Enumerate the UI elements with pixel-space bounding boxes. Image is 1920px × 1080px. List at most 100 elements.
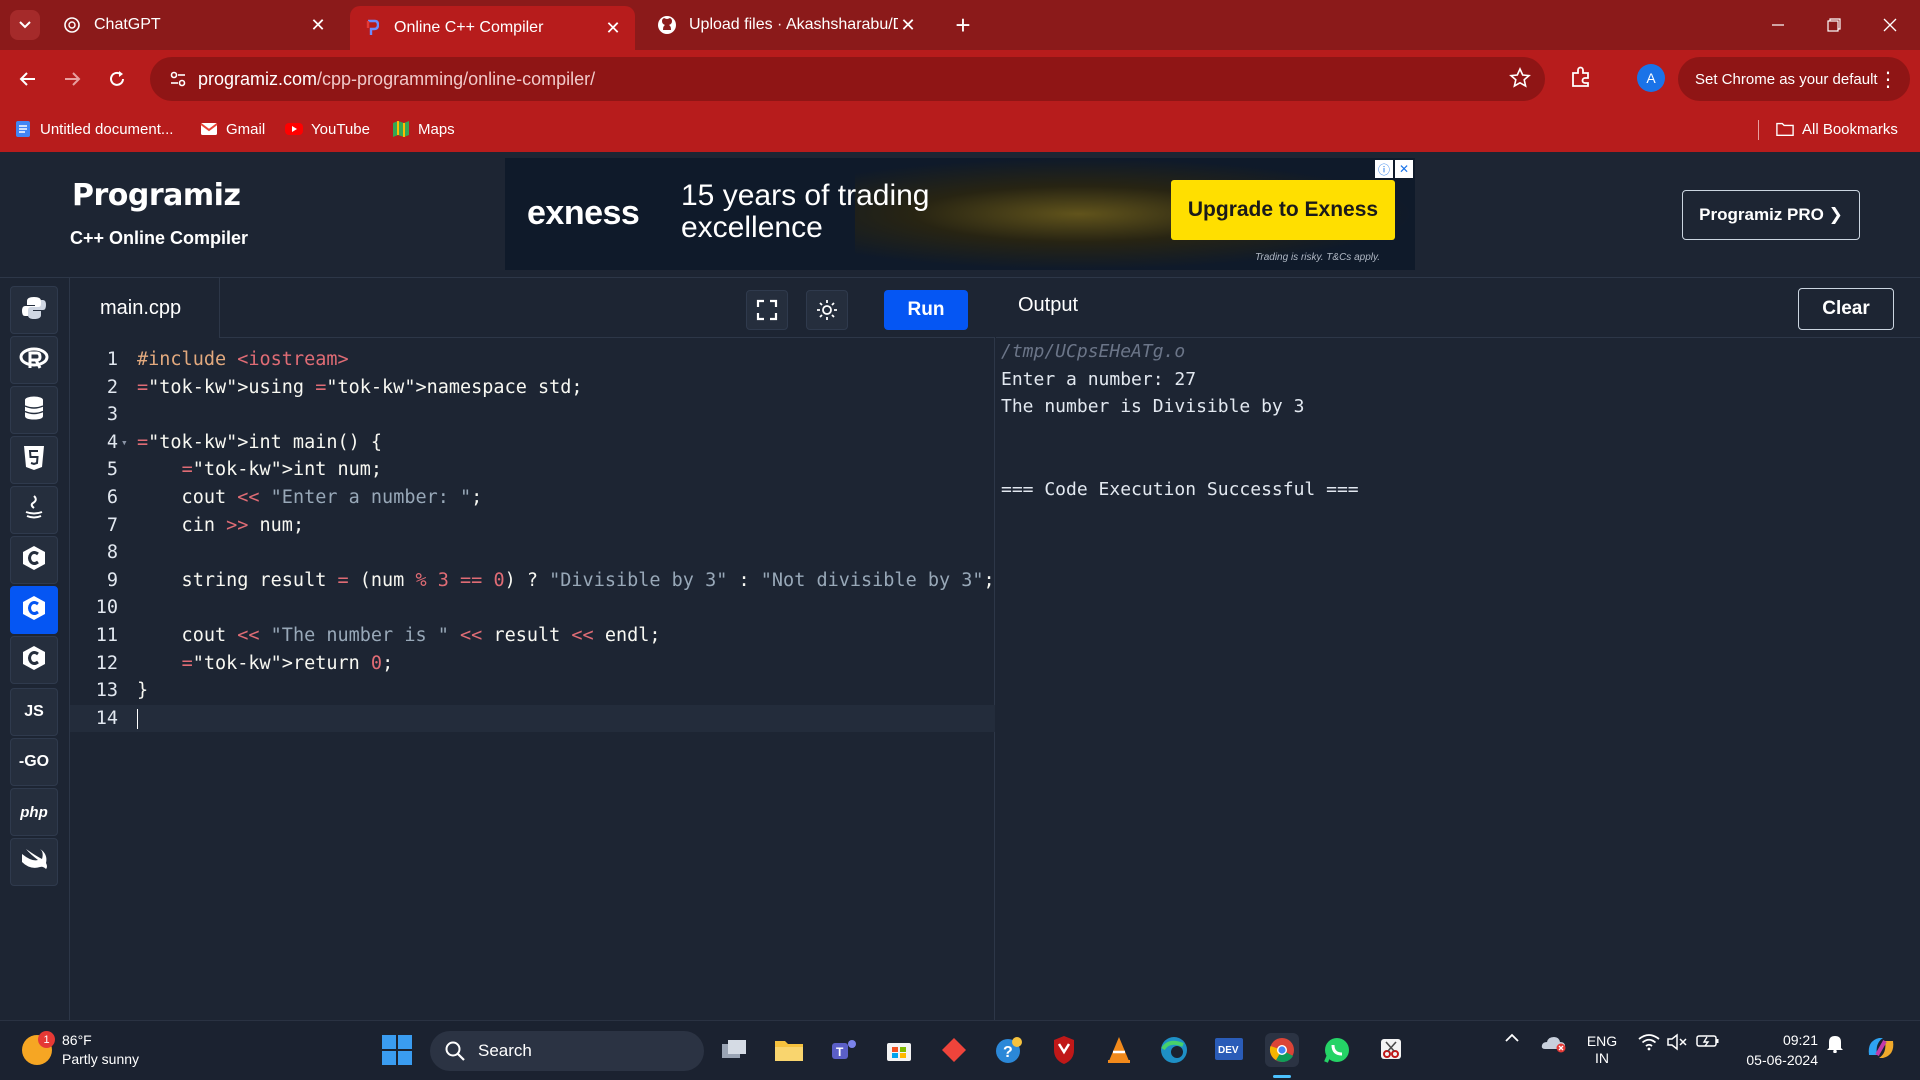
csharp-icon <box>20 644 48 677</box>
copilot-icon[interactable] <box>1864 1033 1898 1063</box>
code-line[interactable]: 10 <box>70 594 995 622</box>
programiz-pro-button[interactable]: Programiz PRO ❯ <box>1682 190 1860 240</box>
site-info-icon[interactable] <box>158 70 198 88</box>
bookmark-untitled-document[interactable]: Untitled document... <box>14 116 173 142</box>
language-r-button[interactable] <box>10 336 58 384</box>
language-csharp-button[interactable] <box>10 636 58 684</box>
language-swift-button[interactable] <box>10 838 58 886</box>
file-tab-main-cpp[interactable]: main.cpp <box>70 278 220 338</box>
reload-button[interactable] <box>101 63 133 95</box>
advertisement-banner[interactable]: exness 15 years of trading excellence Up… <box>505 158 1415 270</box>
ad-cta-button[interactable]: Upgrade to Exness <box>1171 180 1395 240</box>
all-bookmarks-button[interactable]: All Bookmarks <box>1776 116 1898 142</box>
clock-date: 05-06-2024 <box>1746 1052 1818 1068</box>
show-hidden-icons-button[interactable] <box>1502 1033 1522 1043</box>
more-menu-icon[interactable]: ⋮ <box>1878 67 1898 92</box>
code-line[interactable]: 11 cout << "The number is " << result <<… <box>70 622 995 650</box>
language-javascript-button[interactable]: JS <box>10 688 58 736</box>
clear-output-button[interactable]: Clear <box>1798 288 1894 330</box>
fold-arrow-icon[interactable]: ▾ <box>121 429 128 457</box>
code-line[interactable]: 12 ="tok-kw">return 0; <box>70 650 995 678</box>
programiz-logo[interactable]: Programiz <box>72 178 241 213</box>
arrow-right-icon <box>65 72 81 86</box>
tab-github-upload[interactable]: Upload files · Akashsharabu/DS ✕ <box>645 6 930 44</box>
language-c-button[interactable] <box>10 536 58 584</box>
bookmark-youtube[interactable]: YouTube <box>285 116 370 142</box>
snipping-tool-icon[interactable] <box>1375 1033 1409 1067</box>
taskbar-search[interactable]: Search <box>430 1031 704 1071</box>
extensions-button[interactable] <box>1568 64 1594 95</box>
ad-disclaimer: Trading is risky. T&Cs apply. <box>1255 252 1381 263</box>
code-line[interactable]: 9 string result = (num % 3 == 0) ? "Divi… <box>70 567 995 595</box>
info-icon[interactable]: ⓘ <box>1375 160 1393 178</box>
start-button[interactable] <box>382 1035 412 1065</box>
language-php-button[interactable]: php <box>10 788 58 836</box>
input-language-indicator[interactable]: ENG IN <box>1580 1033 1624 1067</box>
tab-online-cpp-compiler[interactable]: Online C++ Compiler ✕ <box>350 6 635 50</box>
code-line[interactable]: 6 cout << "Enter a number: "; <box>70 484 995 512</box>
language-java-button[interactable] <box>10 486 58 534</box>
output-header: Output Clear <box>996 278 1920 338</box>
weather-widget[interactable]: 1 86°F Partly sunny <box>22 1031 139 1069</box>
edge-icon[interactable] <box>1157 1033 1191 1067</box>
code-line[interactable]: 7 cin >> num; <box>70 512 995 540</box>
language-python-button[interactable] <box>10 286 58 334</box>
line-number: 12 <box>95 652 118 674</box>
code-line[interactable]: 5 ="tok-kw">int num; <box>70 456 995 484</box>
whatsapp-icon[interactable] <box>1320 1033 1354 1067</box>
tab-chatgpt[interactable]: ChatGPT ✕ <box>50 6 340 44</box>
docs-icon <box>14 120 32 138</box>
address-bar[interactable]: programiz.com/cpp-programming/online-com… <box>150 57 1545 101</box>
close-icon[interactable]: ✕ <box>1395 160 1413 178</box>
minimize-button[interactable] <box>1758 10 1798 40</box>
output-console[interactable]: /tmp/UCpsEHeATg.o Enter a number: 27 The n… <box>996 338 1920 1020</box>
anydesk-icon[interactable] <box>937 1033 971 1067</box>
code-line[interactable]: 1 #include <iostream> <box>70 346 995 374</box>
system-clock[interactable]: 09:21 05-06-2024 <box>1738 1030 1818 1070</box>
chrome-icon[interactable] <box>1265 1033 1299 1067</box>
language-cpp-button[interactable] <box>10 586 58 634</box>
close-window-button[interactable] <box>1870 10 1910 40</box>
clock-time: 09:21 <box>1782 1032 1818 1048</box>
theme-toggle-button[interactable] <box>806 290 848 330</box>
volume-muted-icon[interactable] <box>1664 1033 1690 1051</box>
back-button[interactable] <box>12 63 44 95</box>
code-editor[interactable]: 1 #include <iostream> 2 ="tok-kw">using ="t… <box>70 338 995 1020</box>
microsoft-store-icon[interactable] <box>882 1033 916 1067</box>
tab-search-button[interactable] <box>10 10 40 40</box>
wifi-icon[interactable] <box>1636 1033 1662 1051</box>
ad-choices[interactable]: ⓘ ✕ <box>1375 160 1413 178</box>
forward-button[interactable] <box>56 63 88 95</box>
file-explorer-icon[interactable] <box>772 1033 806 1067</box>
bookmark-maps[interactable]: Maps <box>392 116 455 142</box>
run-button[interactable]: Run <box>884 290 968 330</box>
close-icon[interactable]: ✕ <box>308 15 328 35</box>
notification-bell-icon[interactable] <box>1824 1033 1846 1053</box>
onedrive-icon[interactable] <box>1540 1033 1568 1053</box>
close-icon[interactable]: ✕ <box>898 15 918 35</box>
code-line[interactable]: 3 <box>70 401 995 429</box>
code-line[interactable]: 2 ="tok-kw">using ="tok-kw">namespace std… <box>70 374 995 402</box>
code-line[interactable]: 8 <box>70 539 995 567</box>
restore-button[interactable] <box>1814 10 1854 40</box>
help-icon[interactable]: ? <box>992 1033 1026 1067</box>
code-line[interactable]: 13} <box>70 677 995 705</box>
code-line[interactable]: 4 ▾ ="tok-kw">int main() { <box>70 429 995 457</box>
mcafee-icon[interactable] <box>1047 1033 1081 1067</box>
vlc-icon[interactable] <box>1102 1033 1136 1067</box>
teams-icon[interactable]: T <box>827 1033 861 1067</box>
fullscreen-button[interactable] <box>746 290 788 330</box>
code-line[interactable]: 14 <box>70 704 995 733</box>
task-view-icon[interactable] <box>717 1033 751 1067</box>
new-tab-button[interactable]: + <box>950 10 976 40</box>
battery-icon[interactable] <box>1694 1033 1722 1049</box>
language-html-button[interactable] <box>10 436 58 484</box>
bookmark-star-icon[interactable] <box>1509 67 1531 94</box>
dev-home-icon[interactable]: DEV <box>1212 1033 1246 1067</box>
language-go-button[interactable]: -GO <box>10 738 58 786</box>
close-icon[interactable]: ✕ <box>603 18 623 38</box>
set-default-browser-button[interactable]: Set Chrome as your default ⋮ <box>1678 57 1910 101</box>
language-sql-button[interactable] <box>10 386 58 434</box>
bookmark-gmail[interactable]: Gmail <box>200 116 265 142</box>
profile-avatar[interactable]: A <box>1637 64 1665 92</box>
